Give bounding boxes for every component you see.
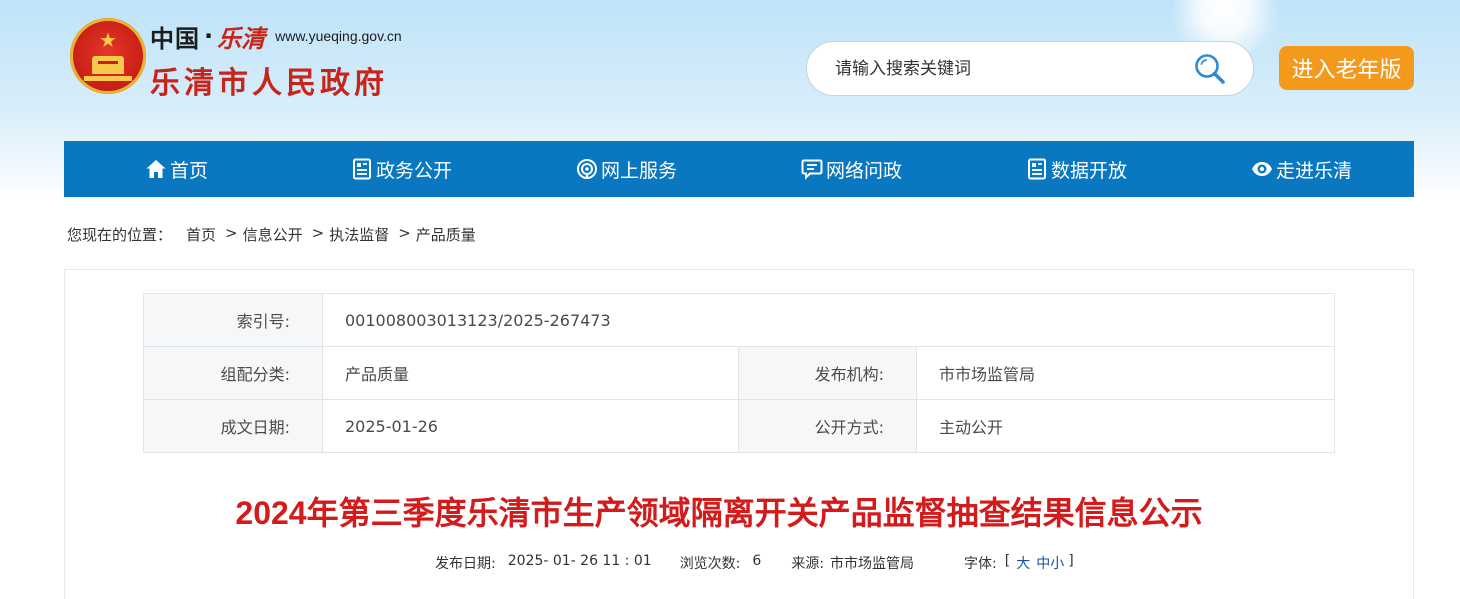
service-icon bbox=[576, 159, 597, 179]
logo-china-text: 中国 bbox=[150, 23, 200, 53]
publisher-label: 发布机构: bbox=[738, 346, 917, 400]
font-size-large-link[interactable]: 大 bbox=[1016, 553, 1030, 573]
nav-item-gov-affairs[interactable]: 政务公开 bbox=[289, 141, 514, 197]
nav-label: 首页 bbox=[169, 159, 208, 182]
nav-item-about-leqing[interactable]: 走进乐清 bbox=[1189, 141, 1414, 197]
nav-label: 网络问政 bbox=[825, 159, 902, 182]
breadcrumb-prefix: 您现在的位置： bbox=[67, 226, 173, 244]
breadcrumb: 您现在的位置： 首页 > 信息公开 > 执法监督 > 产品质量 bbox=[67, 224, 476, 245]
font-size-small-link[interactable]: 小 bbox=[1050, 553, 1064, 573]
logo-leqing-text: 乐清 bbox=[217, 23, 266, 53]
breadcrumb-separator: > bbox=[311, 224, 325, 242]
source-value: 市市场监管局 bbox=[830, 556, 915, 572]
table-row: 索引号: 001008003013123/2025-267473 bbox=[143, 293, 1335, 347]
nav-label: 网上服务 bbox=[600, 159, 677, 182]
nav-label: 数据开放 bbox=[1050, 159, 1127, 182]
views-count: 6 bbox=[752, 553, 762, 569]
table-row: 组配分类: 产品质量 发布机构: 市市场监管局 bbox=[143, 346, 1335, 400]
table-row: 成文日期: 2025-01-26 公开方式: 主动公开 bbox=[143, 399, 1335, 453]
nav-label: 政务公开 bbox=[375, 159, 452, 182]
elder-version-button[interactable]: 进入老年版 bbox=[1279, 46, 1414, 90]
font-size-label: 字体: bbox=[964, 556, 997, 572]
eye-icon bbox=[1251, 162, 1272, 176]
views-label: 浏览次数: bbox=[679, 556, 741, 572]
breadcrumb-item-product-quality[interactable]: 产品质量 bbox=[416, 224, 476, 245]
data-icon bbox=[1027, 158, 1046, 180]
home-icon bbox=[146, 160, 166, 178]
gov-name-title[interactable]: 乐清市人民政府 bbox=[150, 58, 388, 102]
publish-date-label: 发布日期: bbox=[435, 556, 496, 572]
nav-label: 走进乐清 bbox=[1275, 159, 1352, 182]
national-emblem-logo[interactable]: ★ bbox=[70, 18, 146, 94]
category-label: 组配分类: bbox=[143, 346, 323, 400]
nav-item-online-service[interactable]: 网上服务 bbox=[514, 141, 739, 197]
source-label: 来源: bbox=[791, 556, 825, 572]
breadcrumb-separator: > bbox=[225, 224, 238, 242]
search-input[interactable] bbox=[835, 52, 1175, 85]
font-size-medium-link[interactable]: 中 bbox=[1036, 553, 1050, 573]
breadcrumb-item-enforcement[interactable]: 执法监督 bbox=[329, 224, 389, 245]
date-value: 2025-01-26 bbox=[322, 399, 739, 453]
category-value: 产品质量 bbox=[322, 346, 739, 400]
breadcrumb-item-home[interactable]: 首页 bbox=[186, 224, 216, 245]
nav-item-home[interactable]: 首页 bbox=[64, 141, 289, 197]
site-url: www.yueqing.gov.cn bbox=[275, 28, 402, 44]
breadcrumb-separator: > bbox=[398, 224, 411, 242]
bracket-close: ] bbox=[1068, 553, 1074, 569]
publish-info: 发布日期: 2025- 01- 26 11 : 01 浏览次数: 6 来源: 市… bbox=[435, 553, 1074, 573]
index-label: 索引号: bbox=[143, 293, 323, 347]
meta-table: 索引号: 001008003013123/2025-267473 组配分类: 产… bbox=[143, 293, 1335, 453]
article-title: 2024年第三季度乐清市生产领域隔离开关产品监督抽查结果信息公示 bbox=[235, 495, 1203, 531]
index-value: 001008003013123/2025-267473 bbox=[322, 293, 1335, 347]
main-nav: 首页 政务公开 网上服务 网络问政 数据开放 走进乐清 bbox=[64, 141, 1414, 197]
search-box bbox=[806, 41, 1254, 96]
nav-item-open-data[interactable]: 数据开放 bbox=[964, 141, 1189, 197]
method-value: 主动公开 bbox=[916, 399, 1335, 453]
chat-icon bbox=[801, 159, 823, 180]
publisher-value: 市市场监管局 bbox=[916, 346, 1335, 400]
publish-date: 2025- 01- 26 11 : 01 bbox=[507, 553, 652, 569]
search-icon[interactable] bbox=[1193, 52, 1227, 86]
breadcrumb-item-info-public[interactable]: 信息公开 bbox=[243, 224, 303, 245]
date-label: 成文日期: bbox=[143, 399, 323, 453]
method-label: 公开方式: bbox=[738, 399, 917, 453]
site-logo-text[interactable]: 中国 · 乐清 www.yueqing.gov.cn bbox=[150, 20, 402, 53]
document-icon bbox=[352, 158, 371, 180]
logo-dot: · bbox=[204, 22, 214, 50]
nav-item-online-inquiry[interactable]: 网络问政 bbox=[739, 141, 964, 197]
